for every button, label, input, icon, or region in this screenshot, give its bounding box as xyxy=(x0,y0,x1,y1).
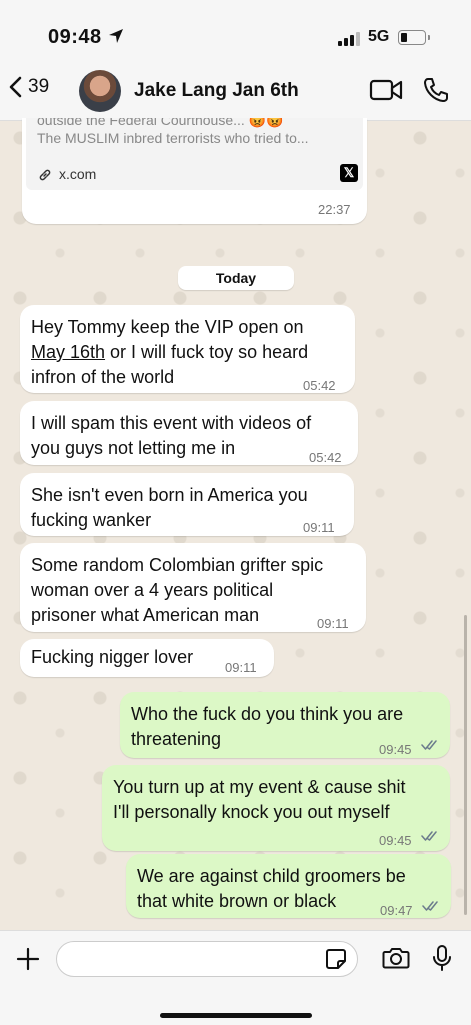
outgoing-message[interactable]: We are against child groomers be that wh… xyxy=(126,854,451,918)
message-composer xyxy=(0,930,471,1025)
message-text: Who the fuck do you think you are threat… xyxy=(131,704,404,749)
cellular-signal-icon xyxy=(338,32,360,46)
incoming-message[interactable]: Hey Tommy keep the VIP open on May 16th … xyxy=(20,305,355,393)
x-logo-icon: 𝕏 xyxy=(340,164,358,182)
message-text: Hey Tommy keep the VIP open on May 16th … xyxy=(31,317,309,387)
link-preview-description: The MUSLIM inbred terrorists who tried t… xyxy=(37,130,309,146)
status-time: 09:48 xyxy=(48,26,102,48)
message-time: 09:11 xyxy=(317,616,349,631)
battery-icon xyxy=(398,30,430,45)
phone-call-icon[interactable] xyxy=(422,76,450,104)
read-receipt-icon xyxy=(421,831,437,841)
link-preview-card[interactable]: outside the Federal Courthouse... 😡😡 The… xyxy=(26,118,363,190)
location-arrow-icon xyxy=(109,29,123,43)
message-text: Some random Colombian grifter spic woman… xyxy=(31,555,324,625)
message-text: You turn up at my event & cause shit I'l… xyxy=(113,777,406,822)
link-preview-domain: x.com xyxy=(59,166,97,182)
link-preview-title: outside the Federal Courthouse... 😡😡 xyxy=(37,118,284,128)
incoming-message[interactable]: I will spam this event with videos of yo… xyxy=(20,401,358,465)
link-icon xyxy=(39,169,51,181)
message-text: She isn't even born in America you fucki… xyxy=(31,485,308,530)
chat-header: 39 Jake Lang Jan 6th xyxy=(0,62,471,121)
contact-name[interactable]: Jake Lang Jan 6th xyxy=(134,80,299,102)
message-time: 09:45 xyxy=(379,833,412,848)
message-time: 09:11 xyxy=(225,660,257,675)
contact-avatar[interactable] xyxy=(79,70,121,112)
read-receipt-icon xyxy=(421,740,437,750)
date-link[interactable]: May 16th xyxy=(31,342,105,362)
message-text: Fucking nigger lover xyxy=(31,647,194,667)
message-time: 05:42 xyxy=(309,450,342,465)
message-text: I will spam this event with videos of yo… xyxy=(31,413,312,458)
camera-icon[interactable] xyxy=(382,946,410,970)
video-call-icon[interactable] xyxy=(369,78,403,102)
chevron-left-icon xyxy=(9,76,22,98)
incoming-message[interactable]: Some random Colombian grifter spic woman… xyxy=(20,543,366,632)
microphone-icon[interactable] xyxy=(432,944,452,972)
sticker-icon[interactable] xyxy=(325,948,347,970)
incoming-message[interactable]: Fucking nigger lover 09:11 xyxy=(20,639,274,677)
network-type: 5G xyxy=(368,28,390,45)
outgoing-message[interactable]: You turn up at my event & cause shit I'l… xyxy=(102,765,450,851)
status-bar: 09:48 5G xyxy=(0,0,471,70)
message-time: 09:45 xyxy=(379,742,412,757)
plus-icon[interactable] xyxy=(16,947,40,971)
message-time: 09:11 xyxy=(303,520,335,535)
read-receipt-icon xyxy=(422,901,438,911)
outgoing-message[interactable]: Who the fuck do you think you are threat… xyxy=(120,692,450,758)
link-preview-message[interactable]: outside the Federal Courthouse... 😡😡 The… xyxy=(22,118,367,224)
message-input[interactable] xyxy=(56,941,358,977)
message-text: We are against child groomers be that wh… xyxy=(137,866,406,911)
incoming-message[interactable]: She isn't even born in America you fucki… xyxy=(20,473,354,536)
message-time: 05:42 xyxy=(303,378,336,393)
back-button[interactable]: 39 xyxy=(8,76,49,98)
home-indicator[interactable] xyxy=(160,1013,312,1018)
date-divider: Today xyxy=(178,266,294,290)
unread-count: 39 xyxy=(28,76,50,97)
scroll-indicator[interactable] xyxy=(464,615,467,915)
message-time: 22:37 xyxy=(318,202,351,217)
message-time: 09:47 xyxy=(380,903,413,918)
